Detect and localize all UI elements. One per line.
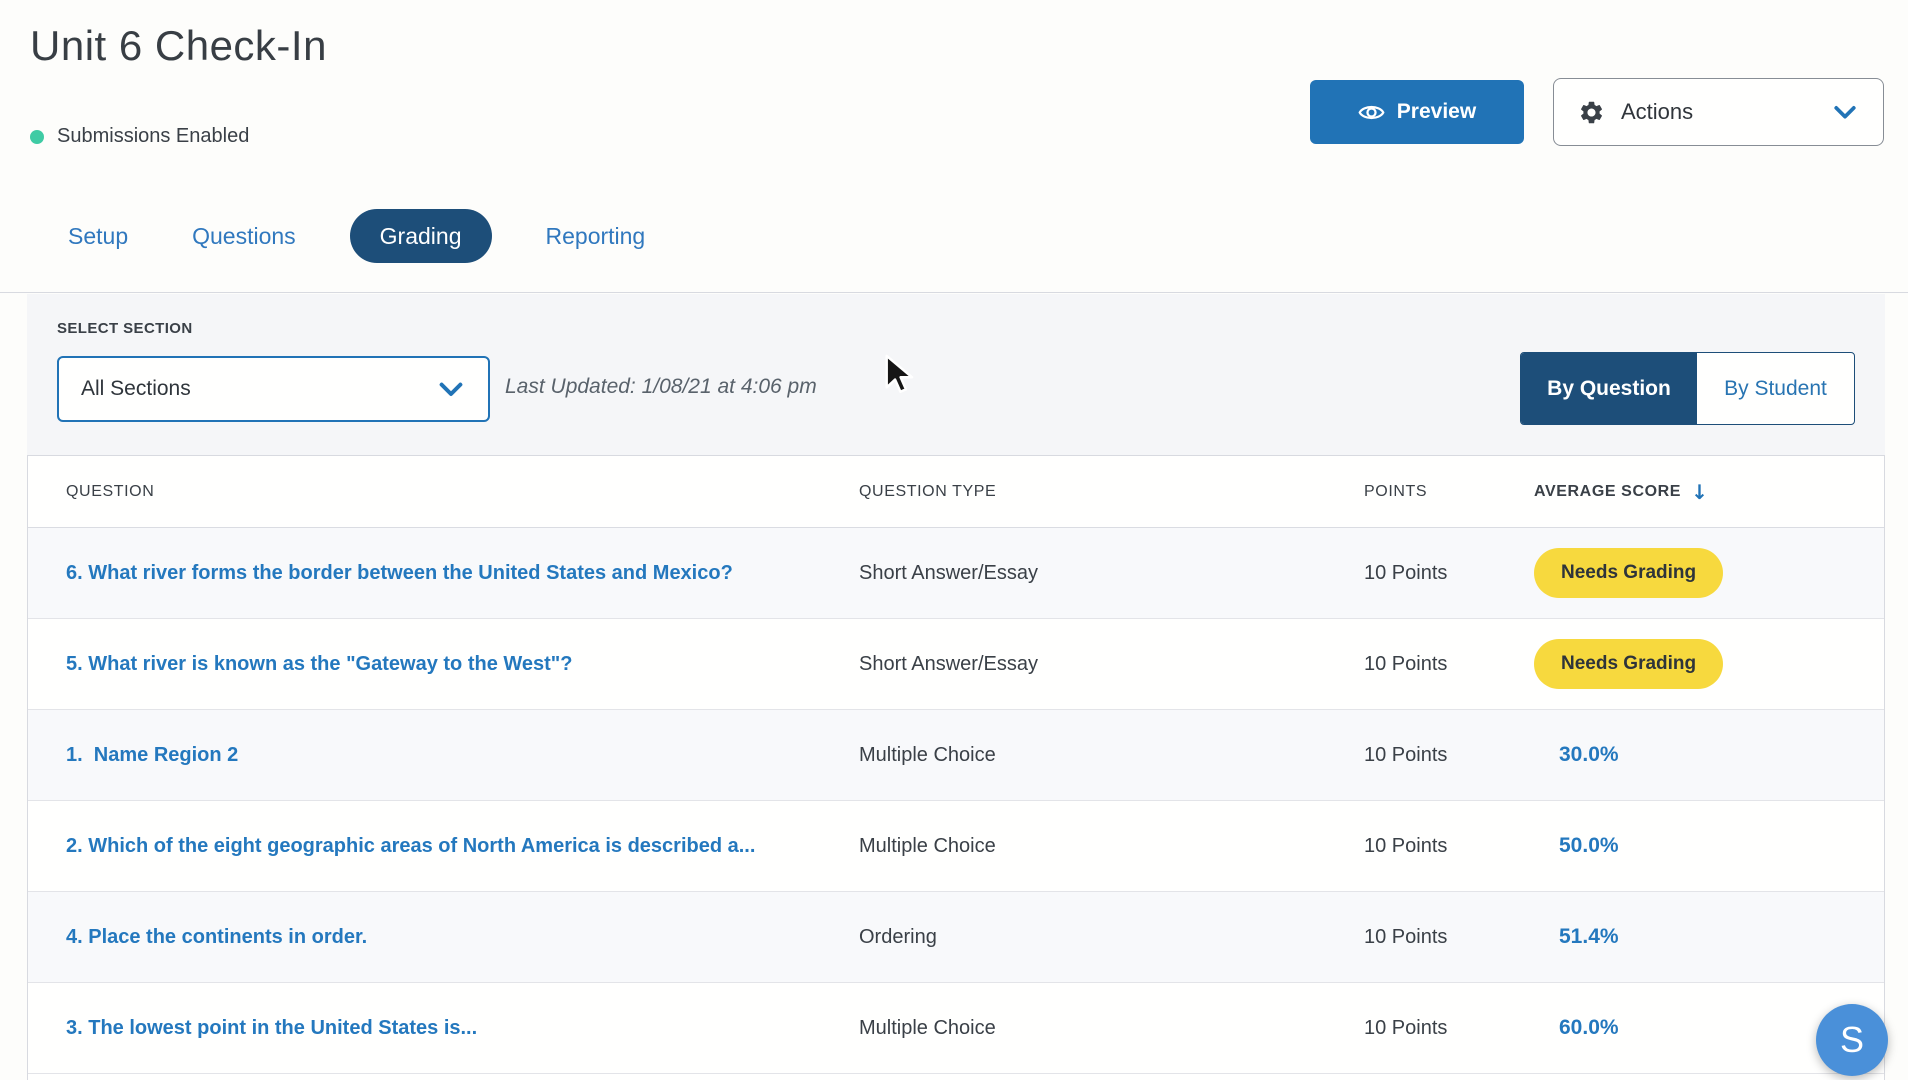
chevron-down-icon (1831, 98, 1859, 126)
average-score-value: 60.0% (1559, 1016, 1619, 1039)
avatar-initial: S (1840, 1019, 1864, 1061)
points-value: 10 Points (1364, 562, 1534, 585)
average-score-value: 50.0% (1559, 834, 1619, 857)
needs-grading-badge: Needs Grading (1534, 548, 1723, 598)
table-header-row: QUESTION QUESTION TYPE POINTS AVERAGE SC… (28, 456, 1884, 528)
points-value: 10 Points (1364, 835, 1534, 858)
column-header-points[interactable]: POINTS (1364, 483, 1534, 501)
average-score-header-label: AVERAGE SCORE (1534, 483, 1681, 501)
preview-button[interactable]: Preview (1310, 80, 1524, 144)
column-header-question[interactable]: QUESTION (66, 483, 859, 501)
table-row: 6. What river forms the border between t… (28, 528, 1884, 619)
average-score-value: 30.0% (1559, 743, 1619, 766)
page-header: Unit 6 Check-In Submissions Enabled Prev… (0, 0, 1908, 293)
page-title: Unit 6 Check-In (30, 22, 327, 70)
section-select-value: All Sections (81, 377, 436, 401)
points-value: 10 Points (1364, 926, 1534, 949)
column-header-question-type[interactable]: QUESTION TYPE (859, 483, 1364, 501)
filter-band: SELECT SECTION All Sections Last Updated… (27, 294, 1885, 455)
average-score-cell: 51.4% (1534, 925, 1884, 949)
question-type-value: Multiple Choice (859, 744, 1364, 767)
user-avatar[interactable]: S (1816, 1004, 1888, 1076)
table-row: 4. Place the continents in order. Orderi… (28, 892, 1884, 983)
tab-bar: Setup Questions Grading Reporting (58, 209, 655, 263)
average-score-cell: 50.0% (1534, 834, 1884, 858)
status-label: Submissions Enabled (57, 125, 249, 148)
table-row: 5. What river is known as the "Gateway t… (28, 619, 1884, 710)
submissions-status: Submissions Enabled (30, 125, 249, 148)
question-link[interactable]: 2. Which of the eight geographic areas o… (66, 835, 859, 858)
points-value: 10 Points (1364, 1017, 1534, 1040)
question-link[interactable]: 1. Name Region 2 (66, 744, 859, 767)
tab-grading[interactable]: Grading (350, 209, 492, 263)
table-row: 3. The lowest point in the United States… (28, 983, 1884, 1074)
tab-reporting[interactable]: Reporting (536, 223, 656, 250)
needs-grading-badge: Needs Grading (1534, 639, 1723, 689)
section-select[interactable]: All Sections (57, 356, 490, 422)
last-updated-text: Last Updated: 1/08/21 at 4:06 pm (505, 375, 817, 399)
gear-icon (1578, 99, 1605, 126)
select-section-label: SELECT SECTION (57, 320, 193, 337)
table-row: 2. Which of the eight geographic areas o… (28, 801, 1884, 892)
table-body: 6. What river forms the border between t… (28, 528, 1884, 1074)
question-type-value: Ordering (859, 926, 1364, 949)
question-link[interactable]: 3. The lowest point in the United States… (66, 1017, 859, 1040)
question-link[interactable]: 4. Place the continents in order. (66, 926, 859, 949)
average-score-value: 51.4% (1559, 925, 1619, 948)
preview-button-label: Preview (1397, 100, 1476, 124)
table-row: 1. Name Region 2 Multiple Choice 10 Poin… (28, 710, 1884, 801)
status-dot-icon (30, 130, 44, 144)
question-type-value: Short Answer/Essay (859, 562, 1364, 585)
actions-button-label: Actions (1621, 99, 1693, 125)
average-score-cell: Needs Grading (1534, 548, 1884, 598)
question-type-value: Short Answer/Essay (859, 653, 1364, 676)
average-score-cell: 30.0% (1534, 743, 1884, 767)
eye-icon (1358, 99, 1385, 126)
by-question-toggle[interactable]: By Question (1521, 353, 1697, 424)
points-value: 10 Points (1364, 653, 1534, 676)
points-value: 10 Points (1364, 744, 1534, 767)
tab-questions[interactable]: Questions (182, 223, 306, 250)
question-link[interactable]: 6. What river forms the border between t… (66, 562, 859, 585)
view-toggle: By Question By Student (1520, 352, 1855, 425)
actions-dropdown-button[interactable]: Actions (1553, 78, 1884, 146)
question-type-value: Multiple Choice (859, 835, 1364, 858)
average-score-cell: Needs Grading (1534, 639, 1884, 689)
question-type-value: Multiple Choice (859, 1017, 1364, 1040)
chevron-down-icon (436, 374, 466, 404)
sort-descending-icon: ↓ (1691, 480, 1708, 504)
question-link[interactable]: 5. What river is known as the "Gateway t… (66, 653, 859, 676)
by-student-toggle[interactable]: By Student (1697, 353, 1854, 424)
tab-setup[interactable]: Setup (58, 223, 138, 250)
questions-table: QUESTION QUESTION TYPE POINTS AVERAGE SC… (27, 455, 1885, 1080)
column-header-average-score[interactable]: AVERAGE SCORE ↓ (1534, 480, 1884, 504)
